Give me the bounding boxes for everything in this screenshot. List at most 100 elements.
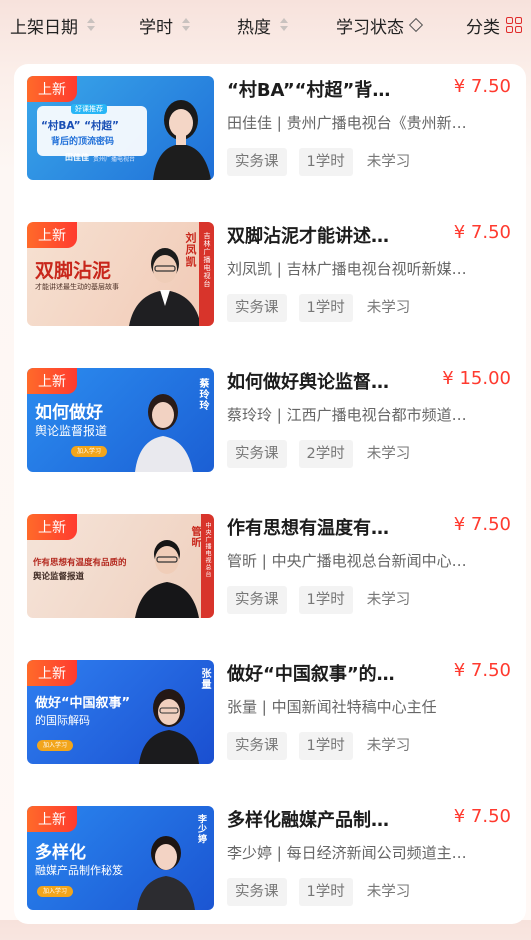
filter-label: 上架日期 [10, 17, 78, 38]
course-author: 张量 | 中国新闻社特稿中心主任 [227, 698, 437, 716]
sort-arrows-icon [179, 17, 193, 33]
course-tags: 实务课 2学时 未学习 [227, 440, 428, 468]
course-title: 多样化融媒产品制… [227, 810, 389, 831]
course-card[interactable]: 做好“中国叙事” 的国际解码 加入学习 张量 上新 做好“中国叙事”的… ¥ 7… [14, 648, 526, 794]
course-type-tag: 实务课 [227, 440, 287, 468]
course-cover: 如何做好 舆论监督报道 加入学习 蔡玲玲 上新 [27, 368, 214, 472]
presenter-portrait [153, 100, 211, 180]
cover-title: 双脚沾泥 [35, 260, 112, 282]
course-list: 好课推荐 “村BA” “村超” 背后的顶流密码 田佳佳 贵州广播电视台 上新 “… [14, 64, 526, 924]
cover-join-button: 加入学习 [37, 886, 74, 897]
course-hours-tag: 2学时 [298, 440, 353, 468]
filter-study-status[interactable]: 学习状态 [336, 12, 424, 38]
cover-person: 张量 [199, 668, 210, 690]
course-info: 双脚沾泥才能讲述… ¥ 7.50 刘凤凯 | 吉林广播电视台视听新媒… 实务课 … [227, 222, 517, 332]
cover-subtitle: 背后的顶流密码 [51, 137, 115, 147]
course-status: 未学习 [366, 738, 411, 754]
course-title: 如何做好舆论监督… [227, 372, 389, 393]
course-tags: 实务课 1学时 未学习 [227, 586, 428, 614]
presenter-portrait [137, 836, 195, 910]
presenter-portrait [135, 394, 193, 472]
course-type-tag: 实务课 [227, 586, 287, 614]
new-badge: 上新 [27, 368, 77, 394]
course-type-tag: 实务课 [227, 294, 287, 322]
course-status: 未学习 [366, 154, 411, 170]
cover-tag: 好课推荐 [71, 104, 107, 114]
course-cover: 多样化 融媒产品制作秘笈 加入学习 李少婷 上新 [27, 806, 214, 910]
course-card[interactable]: 好课推荐 “村BA” “村超” 背后的顶流密码 田佳佳 贵州广播电视台 上新 “… [14, 64, 526, 210]
filter-hours[interactable]: 学时 [139, 12, 193, 38]
course-tags: 实务课 1学时 未学习 [227, 294, 428, 322]
course-type-tag: 实务课 [227, 148, 287, 176]
course-type-tag: 实务课 [227, 878, 287, 906]
course-info: “村BA”“村超”背… ¥ 7.50 田佳佳 | 贵州广播电视台《贵州新… 实务… [227, 76, 517, 186]
course-author: 管昕 | 中央广播电视总台新闻中心… [227, 552, 467, 570]
course-status: 未学习 [366, 300, 411, 316]
filter-category[interactable]: 分类 [466, 12, 522, 38]
course-price: ¥ 15.00 [442, 368, 511, 389]
cover-title: 作有思想有温度有品质的 [33, 558, 127, 568]
course-author: 李少婷 | 每日经济新闻公司频道主… [227, 844, 467, 862]
course-price: ¥ 7.50 [453, 660, 511, 681]
course-author: 蔡玲玲 | 江西广播电视台都市频道… [227, 406, 467, 424]
course-info: 多样化融媒产品制… ¥ 7.50 李少婷 | 每日经济新闻公司频道主… 实务课 … [227, 806, 517, 916]
course-card[interactable]: 作有思想有温度有品质的 舆论监督报道 管昕 中央广播电视总台 上新 作有思想有温… [14, 502, 526, 648]
course-cover: 好课推荐 “村BA” “村超” 背后的顶流密码 田佳佳 贵州广播电视台 上新 [27, 76, 214, 180]
new-badge: 上新 [27, 76, 77, 102]
cover-person: 蔡玲玲 [197, 378, 208, 411]
course-tags: 实务课 1学时 未学习 [227, 878, 428, 906]
course-tags: 实务课 1学时 未学习 [227, 732, 428, 760]
course-info: 如何做好舆论监督… ¥ 15.00 蔡玲玲 | 江西广播电视台都市频道… 实务课… [227, 368, 517, 478]
course-info: 做好“中国叙事”的… ¥ 7.50 张量 | 中国新闻社特稿中心主任 实务课 1… [227, 660, 517, 770]
course-price: ¥ 7.50 [453, 806, 511, 827]
course-title: 作有思想有温度有… [227, 518, 389, 539]
cover-subtitle: 才能讲述最生动的基层故事 [35, 283, 119, 291]
filter-label: 热度 [237, 17, 271, 38]
cover-title: “村BA” “村超” [41, 120, 119, 132]
course-hours-tag: 1学时 [298, 294, 353, 322]
new-badge: 上新 [27, 660, 77, 686]
cover-subtitle: 的国际解码 [35, 714, 90, 727]
cover-person: 李少婷 [196, 814, 206, 844]
cover-subtitle: 舆论监督报道 [35, 424, 108, 438]
filter-bar: 上架日期 学时 热度 学习状态 分类 [0, 0, 531, 52]
dropdown-diamond-icon [408, 17, 424, 33]
cover-org: 中央广播电视总台 [204, 522, 211, 578]
new-badge: 上新 [27, 222, 77, 248]
course-hours-tag: 1学时 [298, 732, 353, 760]
course-status: 未学习 [366, 884, 411, 900]
course-title: 做好“中国叙事”的… [227, 664, 395, 685]
filter-label: 分类 [466, 17, 500, 38]
cover-person: 刘凤凯 [184, 232, 197, 268]
category-grid-icon [506, 17, 522, 33]
course-card[interactable]: 双脚沾泥 才能讲述最生动的基层故事 刘凤凯 吉林广播电视台 上新 双脚沾泥才能讲… [14, 210, 526, 356]
course-title: “村BA”“村超”背… [227, 80, 391, 101]
course-hours-tag: 1学时 [298, 586, 353, 614]
course-price: ¥ 7.50 [453, 514, 511, 535]
course-cover: 双脚沾泥 才能讲述最生动的基层故事 刘凤凯 吉林广播电视台 上新 [27, 222, 214, 326]
course-card[interactable]: 如何做好 舆论监督报道 加入学习 蔡玲玲 上新 如何做好舆论监督… ¥ 15.0… [14, 356, 526, 502]
course-status: 未学习 [366, 446, 411, 462]
filter-publish-date[interactable]: 上架日期 [10, 12, 98, 38]
course-price: ¥ 7.50 [453, 76, 511, 97]
cover-title: 多样化 [35, 843, 86, 863]
course-author: 刘凤凯 | 吉林广播电视台视听新媒… [227, 260, 467, 278]
course-card[interactable]: 多样化 融媒产品制作秘笈 加入学习 李少婷 上新 多样化融媒产品制… ¥ 7.5… [14, 794, 526, 940]
cover-subtitle: 融媒产品制作秘笈 [35, 864, 123, 877]
cover-title: 做好“中国叙事” [35, 696, 131, 711]
new-badge: 上新 [27, 806, 77, 832]
course-type-tag: 实务课 [227, 732, 287, 760]
course-cover: 做好“中国叙事” 的国际解码 加入学习 张量 上新 [27, 660, 214, 764]
filter-popularity[interactable]: 热度 [237, 12, 291, 38]
cover-title: 如何做好 [35, 403, 103, 423]
new-badge: 上新 [27, 514, 77, 540]
course-price: ¥ 7.50 [453, 222, 511, 243]
cover-join-button: 加入学习 [71, 446, 108, 457]
course-hours-tag: 1学时 [298, 148, 353, 176]
cover-person: 田佳佳 [65, 153, 89, 162]
cover-org: 吉林广播电视台 [203, 232, 211, 288]
course-title: 双脚沾泥才能讲述… [227, 226, 389, 247]
course-status: 未学习 [366, 592, 411, 608]
course-tags: 实务课 1学时 未学习 [227, 148, 428, 176]
cover-join-button: 加入学习 [37, 740, 74, 751]
